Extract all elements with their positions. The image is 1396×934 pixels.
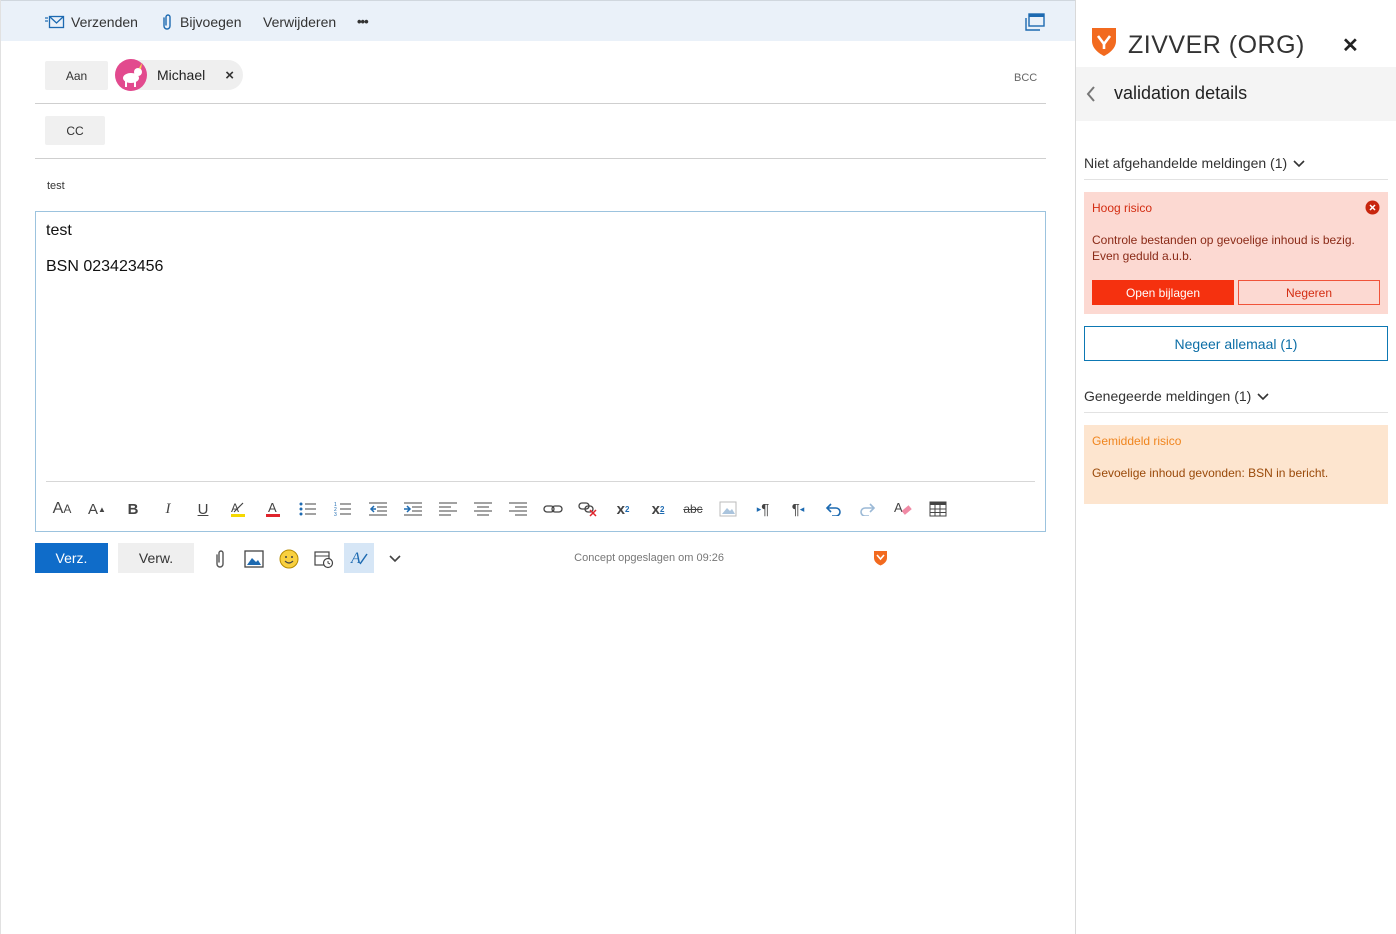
indent-icon[interactable]: [400, 498, 426, 520]
highlight-icon[interactable]: A: [225, 498, 251, 520]
link-icon[interactable]: [540, 498, 566, 520]
numbering-icon[interactable]: 123: [330, 498, 356, 520]
calendar-icon[interactable]: [310, 545, 338, 573]
align-left-icon[interactable]: [435, 498, 461, 520]
more-icon: •••: [357, 14, 369, 29]
bold-icon[interactable]: B: [120, 498, 146, 520]
emoji-icon[interactable]: [275, 545, 303, 573]
image-icon[interactable]: [715, 498, 741, 520]
chevron-down-icon[interactable]: [381, 545, 409, 573]
back-chevron-icon[interactable]: [1085, 85, 1097, 108]
ltr-icon[interactable]: ▸ ¶: [750, 498, 776, 520]
delete-toolbar-label: Verwijderen: [263, 13, 337, 30]
popout-window-button[interactable]: [1025, 1, 1045, 42]
bullets-icon[interactable]: [295, 498, 321, 520]
attach-file-icon[interactable]: [206, 545, 234, 573]
font-color-icon[interactable]: A: [260, 498, 286, 520]
divider: [35, 103, 1046, 104]
compose-pane: Verzenden Bijvoegen Verwijderen ••• Aan …: [0, 0, 1076, 934]
zivver-addin-panel: ZIVVER (ORG) ✕ validation details Niet a…: [1075, 0, 1396, 934]
discard-button[interactable]: Verw.: [118, 543, 194, 573]
clear-format-icon[interactable]: A: [890, 498, 916, 520]
high-risk-message: Controle bestanden op gevoelige inhoud i…: [1092, 233, 1355, 263]
unhandled-section-title: Niet afgehandelde meldingen (1): [1084, 155, 1288, 171]
svg-text:A: A: [350, 550, 361, 567]
chevron-down-icon: [1293, 155, 1305, 171]
to-button[interactable]: Aan: [45, 61, 108, 90]
compose-toolbar: Verzenden Bijvoegen Verwijderen •••: [1, 0, 1076, 41]
zivver-shield-icon: [873, 550, 888, 571]
svg-text:3: 3: [334, 512, 337, 517]
recipient-name: Michael: [157, 67, 206, 83]
italic-icon[interactable]: I: [155, 498, 181, 520]
divider: [1084, 412, 1388, 413]
open-attachments-button[interactable]: Open bijlagen: [1092, 280, 1234, 305]
svg-text:A: A: [268, 500, 277, 515]
delete-toolbar-button[interactable]: Verwijderen: [263, 1, 336, 42]
medium-risk-message: Gevoelige inhoud gevonden: BSN in berich…: [1092, 466, 1329, 480]
bcc-button[interactable]: BCC: [1014, 72, 1037, 84]
chevron-down-icon: [1257, 388, 1269, 404]
divider: [1084, 179, 1388, 180]
body-line: test: [46, 222, 72, 239]
high-risk-card: Hoog risico Controle bestanden op gevoel…: [1084, 192, 1388, 314]
divider: [46, 481, 1035, 482]
undo-icon[interactable]: [820, 498, 846, 520]
rtl-icon[interactable]: ¶ ◂: [785, 498, 811, 520]
paperclip-icon: [160, 13, 174, 31]
close-icon[interactable]: ✕: [1342, 33, 1359, 58]
grow-font-icon[interactable]: A ▲: [84, 498, 110, 520]
align-right-icon[interactable]: [505, 498, 531, 520]
strikethrough-icon[interactable]: abc: [680, 498, 706, 520]
ignore-all-button[interactable]: Negeer allemaal (1): [1084, 326, 1388, 361]
medium-risk-card: Gemiddeld risico Gevoelige inhoud gevond…: [1084, 425, 1388, 504]
send-button[interactable]: Verz.: [35, 543, 108, 573]
insert-picture-icon[interactable]: [240, 545, 268, 573]
subject-field[interactable]: test: [47, 180, 65, 192]
draft-saved-status: Concept opgeslagen om 09:26: [574, 552, 724, 564]
medium-risk-label: Gemiddeld risico: [1092, 434, 1182, 448]
body-line: BSN 023423456: [46, 258, 164, 275]
send-mail-icon: [45, 14, 65, 30]
redo-icon[interactable]: [855, 498, 881, 520]
unhandled-section-toggle[interactable]: Niet afgehandelde meldingen (1): [1084, 155, 1305, 171]
unlink-icon[interactable]: [575, 498, 601, 520]
font-size-icon[interactable]: AA: [49, 498, 75, 520]
send-toolbar-label: Verzenden: [71, 13, 138, 30]
subscript-icon[interactable]: x2: [645, 498, 671, 520]
ignored-section-toggle[interactable]: Genegeerde meldingen (1): [1084, 388, 1269, 404]
dismiss-error-icon[interactable]: [1365, 200, 1380, 220]
outdent-icon[interactable]: [365, 498, 391, 520]
subheader-title: validation details: [1114, 83, 1248, 103]
panel-title: ZIVVER (ORG): [1128, 31, 1305, 59]
ignored-section-title: Genegeerde meldingen (1): [1084, 388, 1252, 404]
align-center-icon[interactable]: [470, 498, 496, 520]
table-icon[interactable]: [925, 498, 951, 520]
recipient-chip[interactable]: Michael ×: [115, 59, 243, 91]
avatar: [115, 59, 147, 91]
attach-toolbar-button[interactable]: Bijvoegen: [160, 1, 242, 42]
attach-toolbar-label: Bijvoegen: [180, 13, 242, 30]
more-options-button[interactable]: •••: [357, 1, 369, 42]
high-risk-label: Hoog risico: [1092, 201, 1153, 215]
zivver-logo-icon: [1091, 27, 1117, 62]
cc-button[interactable]: CC: [45, 116, 105, 145]
remove-recipient-icon[interactable]: ×: [225, 67, 234, 84]
signature-icon[interactable]: A: [344, 543, 374, 573]
superscript-icon[interactable]: x2: [610, 498, 636, 520]
send-toolbar-button[interactable]: Verzenden: [45, 1, 138, 42]
ignore-button[interactable]: Negeren: [1238, 280, 1380, 305]
svg-text:A: A: [894, 500, 903, 515]
popout-icon: [1025, 12, 1045, 31]
divider: [35, 158, 1046, 159]
panel-subheader: validation details: [1076, 67, 1396, 121]
message-body-editor[interactable]: test BSN 023423456 AA A ▲ B I U A A 123 x…: [35, 211, 1046, 532]
underline-icon[interactable]: U: [190, 498, 216, 520]
